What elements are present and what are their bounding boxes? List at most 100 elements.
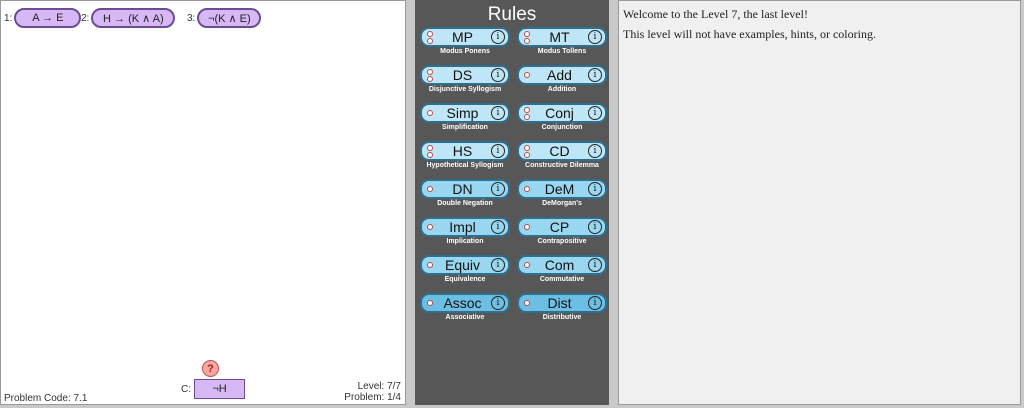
rule-description: Contrapositive bbox=[537, 238, 587, 245]
rule-name: Assoc bbox=[443, 295, 482, 311]
premise-statement[interactable]: ¬(K ∧ E) bbox=[197, 8, 262, 28]
rule-button[interactable]: Equiv i bbox=[420, 255, 510, 275]
level-indicator: Level: 7/7 bbox=[357, 381, 401, 392]
info-icon[interactable]: i bbox=[588, 106, 602, 120]
app-root: 1: A → E 2: H → (K ∧ A) 3: ¬(K ∧ E) ? C:… bbox=[0, 0, 1024, 408]
rule-button[interactable]: HS i bbox=[420, 141, 510, 161]
input-ports-icon bbox=[422, 30, 434, 44]
rule-ds: DS i Disjunctive Syllogism bbox=[420, 65, 510, 93]
premise-3[interactable]: 3: ¬(K ∧ E) bbox=[187, 8, 262, 28]
rule-button[interactable]: DN i bbox=[420, 179, 510, 199]
rule-button[interactable]: Impl i bbox=[420, 217, 510, 237]
rule-button[interactable]: DeM i bbox=[517, 179, 607, 199]
premise-statement[interactable]: A → E bbox=[14, 8, 82, 28]
rules-panel: Rules MP i Modus Ponens MT i Modus Tollens DS i… bbox=[415, 0, 609, 405]
problem-indicator: Problem: 1/4 bbox=[344, 392, 401, 403]
info-icon[interactable]: i bbox=[491, 182, 505, 196]
input-ports-icon bbox=[422, 224, 434, 230]
premise-statement[interactable]: H → (K ∧ A) bbox=[91, 8, 176, 28]
input-ports-icon bbox=[519, 300, 531, 306]
rule-description: Addition bbox=[547, 86, 577, 93]
info-icon[interactable]: i bbox=[491, 106, 505, 120]
input-ports-icon bbox=[422, 68, 434, 82]
input-ports-icon bbox=[422, 262, 434, 268]
rule-description: Hypothetical Syllogism bbox=[426, 162, 504, 169]
input-ports-icon bbox=[519, 144, 531, 158]
conclusion-target[interactable]: ¬H bbox=[194, 379, 245, 399]
rule-name: HS bbox=[452, 143, 473, 159]
info-icon[interactable]: i bbox=[491, 220, 505, 234]
rule-button[interactable]: Dist i bbox=[517, 293, 607, 313]
premise-number: 1: bbox=[4, 12, 13, 24]
rule-impl: Impl i Implication bbox=[420, 217, 510, 245]
rule-button[interactable]: Add i bbox=[517, 65, 607, 85]
info-icon[interactable]: i bbox=[588, 258, 602, 272]
rule-conj: Conj i Conjunction bbox=[517, 103, 607, 131]
rule-description: Commutative bbox=[539, 276, 585, 283]
info-icon[interactable]: i bbox=[491, 30, 505, 44]
rule-description: Implication bbox=[446, 238, 484, 245]
rule-description: Associative bbox=[445, 314, 485, 321]
rule-button[interactable]: MT i bbox=[517, 27, 607, 47]
info-icon[interactable]: i bbox=[491, 68, 505, 82]
rule-button[interactable]: Com i bbox=[517, 255, 607, 275]
info-icon[interactable]: i bbox=[588, 296, 602, 310]
input-ports-icon bbox=[422, 186, 434, 192]
input-ports-icon bbox=[519, 186, 531, 192]
conclusion-label: C: bbox=[181, 383, 191, 395]
rule-com: Com i Commutative bbox=[517, 255, 607, 283]
input-ports-icon bbox=[422, 144, 434, 158]
rule-name: Impl bbox=[449, 219, 476, 235]
rule-button[interactable]: CP i bbox=[517, 217, 607, 237]
info-icon[interactable]: i bbox=[588, 144, 602, 158]
hint-button[interactable]: ? bbox=[202, 360, 219, 377]
rule-button[interactable]: Simp i bbox=[420, 103, 510, 123]
rule-description: Distributive bbox=[542, 314, 582, 321]
premise-number: 2: bbox=[81, 12, 90, 24]
rule-name: Equiv bbox=[444, 257, 481, 273]
info-icon[interactable]: i bbox=[588, 68, 602, 82]
rule-name: MP bbox=[452, 29, 473, 45]
rule-name: DS bbox=[452, 67, 473, 83]
message-line: This level will not have examples, hints… bbox=[623, 27, 876, 41]
input-ports-icon bbox=[519, 30, 531, 44]
input-ports-icon bbox=[519, 106, 531, 120]
rule-name: Add bbox=[547, 67, 572, 83]
rule-cd: CD i Constructive Dilemma bbox=[517, 141, 607, 169]
rule-mp: MP i Modus Ponens bbox=[420, 27, 510, 55]
rule-name: Simp bbox=[446, 105, 479, 121]
rule-button[interactable]: DS i bbox=[420, 65, 510, 85]
info-icon[interactable]: i bbox=[588, 30, 602, 44]
premise-1[interactable]: 1: A → E bbox=[4, 8, 82, 28]
rule-add: Add i Addition bbox=[517, 65, 607, 93]
input-ports-icon bbox=[519, 224, 531, 230]
message-line: Welcome to the Level 7, the last level! bbox=[623, 7, 808, 21]
rule-description: Disjunctive Syllogism bbox=[428, 86, 502, 93]
info-icon[interactable]: i bbox=[491, 144, 505, 158]
info-icon[interactable]: i bbox=[588, 220, 602, 234]
rule-description: Constructive Dilemma bbox=[525, 162, 599, 169]
rule-button[interactable]: MP i bbox=[420, 27, 510, 47]
info-icon[interactable]: i bbox=[491, 296, 505, 310]
info-icon[interactable]: i bbox=[588, 182, 602, 196]
premise-number: 3: bbox=[187, 12, 196, 24]
rule-description: Conjunction bbox=[541, 124, 583, 131]
proof-workspace[interactable]: 1: A → E 2: H → (K ∧ A) 3: ¬(K ∧ E) ? C:… bbox=[0, 0, 406, 405]
rule-assoc: Assoc i Associative bbox=[420, 293, 510, 321]
input-ports-icon bbox=[422, 110, 434, 116]
rule-hs: HS i Hypothetical Syllogism bbox=[420, 141, 510, 169]
rule-description: Double Negation bbox=[437, 200, 493, 207]
rule-button[interactable]: Assoc i bbox=[420, 293, 510, 313]
rule-simp: Simp i Simplification bbox=[420, 103, 510, 131]
premise-2[interactable]: 2: H → (K ∧ A) bbox=[81, 8, 176, 28]
info-icon[interactable]: i bbox=[491, 258, 505, 272]
rule-button[interactable]: CD i bbox=[517, 141, 607, 161]
rule-name: Com bbox=[544, 257, 575, 273]
rule-dist: Dist i Distributive bbox=[517, 293, 607, 321]
conclusion: C: ¬H bbox=[181, 379, 245, 399]
input-ports-icon bbox=[519, 72, 531, 78]
rule-cp: CP i Contrapositive bbox=[517, 217, 607, 245]
rule-mt: MT i Modus Tollens bbox=[517, 27, 607, 55]
rule-button[interactable]: Conj i bbox=[517, 103, 607, 123]
rule-description: Modus Tollens bbox=[537, 48, 587, 55]
